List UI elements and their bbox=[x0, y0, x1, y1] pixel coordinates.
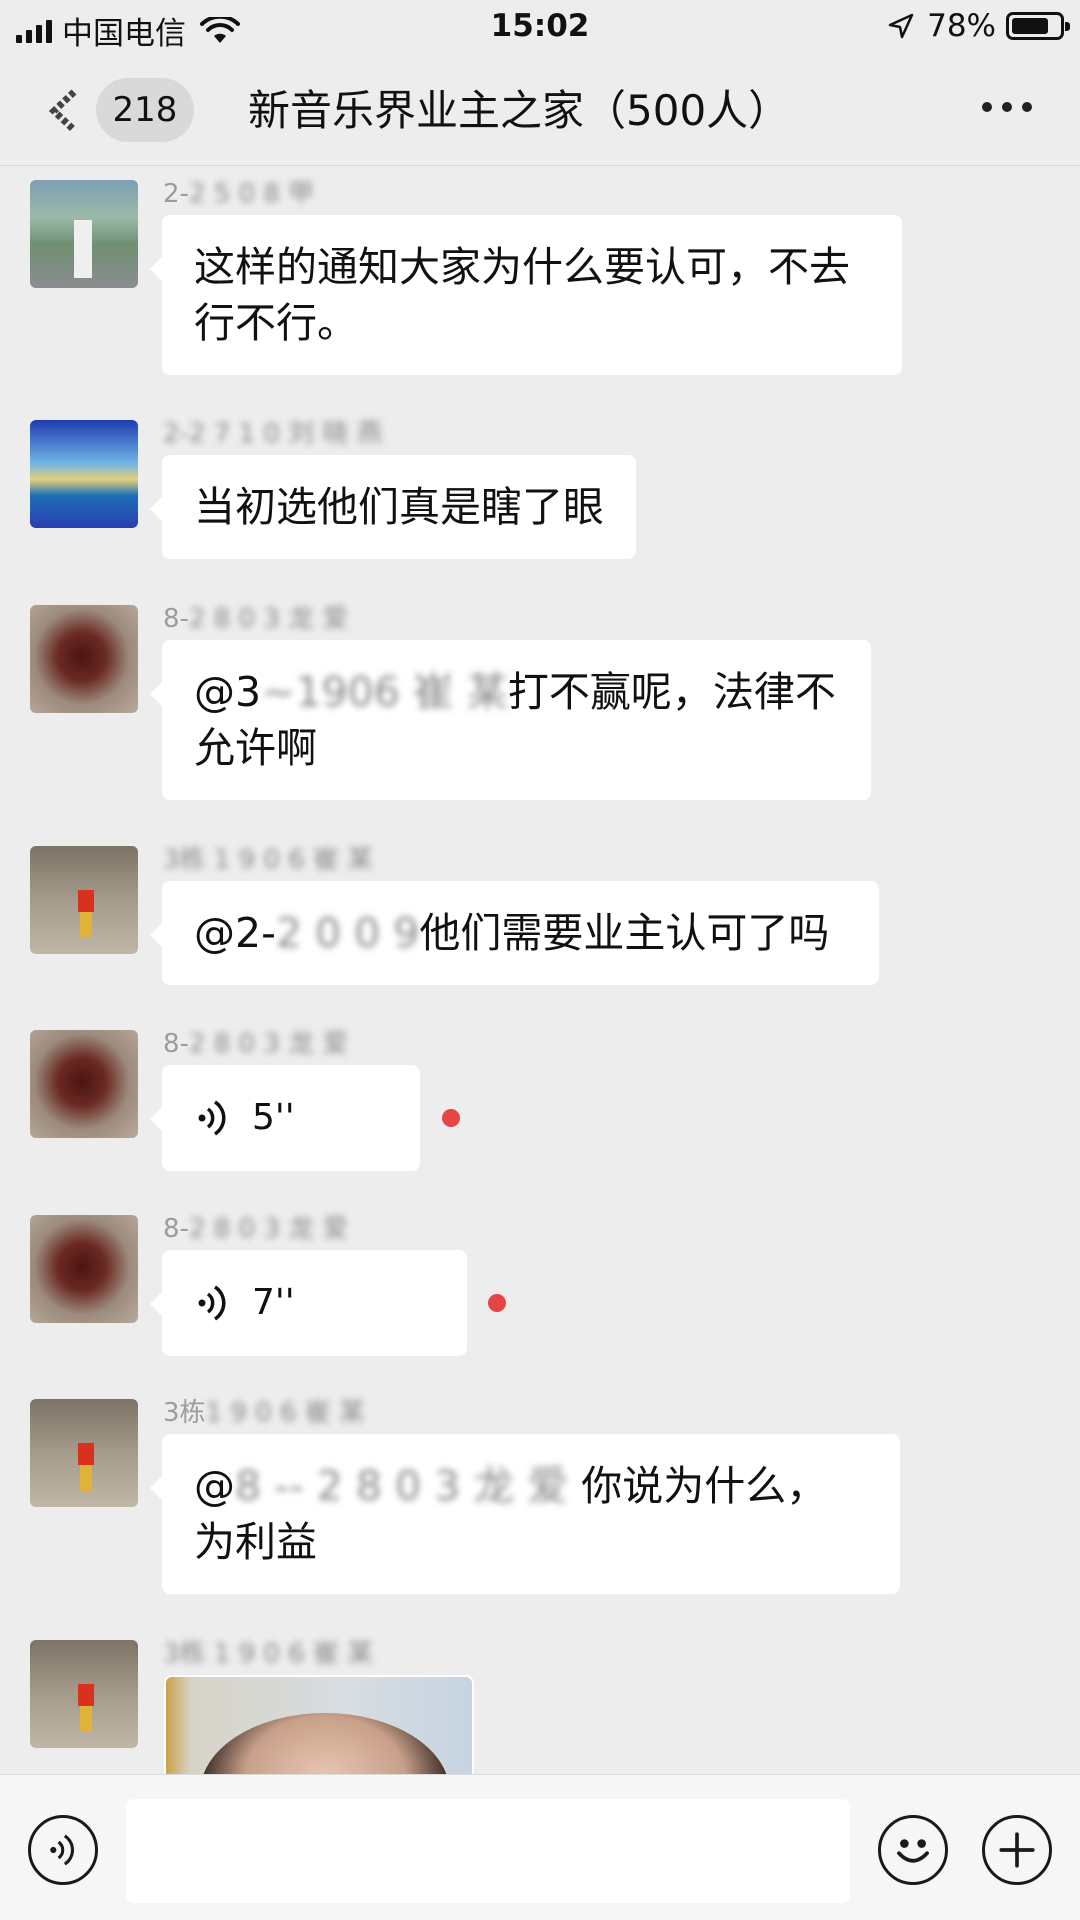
battery-percent: 78% bbox=[927, 8, 996, 44]
location-arrow-icon bbox=[888, 13, 914, 39]
message-bubble[interactable]: @3~1906 崔 某打不赢呢，法律不允许啊 bbox=[150, 640, 871, 800]
mention-name[interactable]: 2 0 0 9 bbox=[276, 905, 419, 961]
avatar[interactable] bbox=[30, 180, 138, 288]
avatar[interactable] bbox=[30, 605, 138, 713]
more-options-icon[interactable] bbox=[982, 102, 1032, 112]
sender-name: 8-2 8 0 3 龙 爱 bbox=[163, 1029, 349, 1059]
chat-header: 218 新音乐界业主之家（500人） bbox=[0, 56, 1080, 166]
voice-message-bubble[interactable]: 7'' bbox=[150, 1250, 467, 1356]
photo-subject bbox=[200, 1713, 450, 1774]
voice-mode-icon bbox=[50, 1834, 75, 1866]
mention-prefix: @ bbox=[194, 1462, 235, 1510]
avatar[interactable] bbox=[30, 1399, 138, 1507]
voice-duration: 7'' bbox=[252, 1282, 295, 1323]
emoji-icon bbox=[897, 1839, 929, 1863]
avatar[interactable] bbox=[30, 846, 138, 954]
message-text: 他们需要业主认可了吗 bbox=[419, 909, 830, 957]
unread-dot bbox=[442, 1109, 460, 1127]
unread-count-badge[interactable]: 218 bbox=[96, 78, 194, 142]
plus-icon bbox=[999, 1832, 1035, 1868]
sender-name: 8-2 8 0 3 龙 爱 bbox=[163, 1214, 349, 1244]
sender-name: 2-2 5 0 8 甲 bbox=[163, 179, 315, 209]
avatar[interactable] bbox=[30, 420, 138, 528]
message-input[interactable] bbox=[126, 1799, 850, 1903]
voice-duration: 5'' bbox=[252, 1097, 295, 1138]
message-bubble[interactable]: 这样的通知大家为什么要认可，不去行不行。 bbox=[150, 215, 902, 375]
voice-mode-button[interactable] bbox=[28, 1815, 98, 1885]
unread-dot bbox=[488, 1294, 506, 1312]
sender-name: 8-2 8 0 3 龙 爱 bbox=[163, 604, 349, 634]
mention-prefix: @2- bbox=[194, 909, 276, 957]
battery-fill bbox=[1012, 18, 1048, 34]
sender-name: 2-2 7 1 0 刘 晓 燕 bbox=[163, 419, 383, 449]
image-message[interactable] bbox=[164, 1675, 474, 1774]
message-bubble[interactable]: @8 -- 2 8 0 3 龙 爱 你说为什么，为利益 bbox=[150, 1434, 900, 1594]
avatar[interactable] bbox=[30, 1215, 138, 1323]
sender-name: 3栋 1 9 0 6 崔 某 bbox=[163, 1639, 374, 1669]
voice-wave-icon bbox=[198, 1285, 226, 1321]
voice-wave-icon bbox=[198, 1100, 226, 1136]
battery-icon bbox=[1006, 12, 1070, 40]
status-right: 78% bbox=[887, 8, 1070, 44]
message-bubble[interactable]: @2-2 0 0 9他们需要业主认可了吗 bbox=[150, 881, 879, 985]
mention-prefix: @3 bbox=[194, 668, 262, 716]
message-text: 当初选他们真是瞎了眼 bbox=[194, 483, 604, 531]
emoji-button[interactable] bbox=[878, 1815, 948, 1885]
sender-name: 3栋 1 9 0 6 崔 某 bbox=[163, 845, 374, 875]
message-bubble[interactable]: 当初选他们真是瞎了眼 bbox=[150, 455, 636, 559]
mention-name[interactable]: ~1906 崔 某 bbox=[261, 664, 508, 720]
sender-name: 3栋1 9 0 6 崔 某 bbox=[163, 1398, 366, 1428]
chat-title: 新音乐界业主之家（500人） bbox=[248, 86, 791, 135]
avatar[interactable] bbox=[30, 1030, 138, 1138]
plus-button[interactable] bbox=[982, 1815, 1052, 1885]
avatar[interactable] bbox=[30, 1640, 138, 1748]
message-list[interactable]: 2-2 5 0 8 甲 这样的通知大家为什么要认可，不去行不行。 2-2 7 1… bbox=[0, 167, 1080, 1774]
voice-message-bubble[interactable]: 5'' bbox=[150, 1065, 420, 1171]
status-bar: 中国电信 15:02 78% bbox=[0, 0, 1080, 56]
mention-name[interactable]: 8 -- 2 8 0 3 龙 爱 bbox=[235, 1458, 568, 1514]
back-chevron-icon[interactable] bbox=[46, 88, 80, 134]
message-text: 这样的通知大家为什么要认可，不去行不行。 bbox=[194, 243, 850, 347]
input-bar bbox=[0, 1774, 1080, 1920]
